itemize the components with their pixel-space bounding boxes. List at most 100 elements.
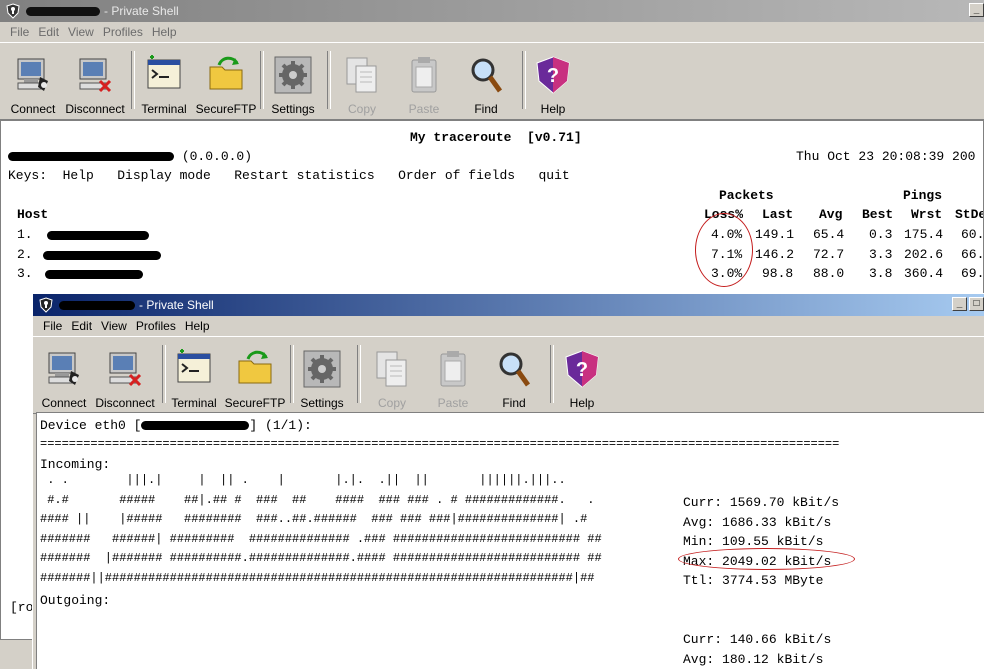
- front-title-bar[interactable]: - Private Shell _ □: [33, 294, 984, 316]
- back-copy-button[interactable]: Copy: [331, 51, 393, 117]
- separator-line: ========================================…: [40, 437, 840, 451]
- incoming-total-stat: Ttl: 3774.53 MByte: [683, 571, 823, 590]
- front-terminal-area[interactable]: Device eth0 [ ] (1/1): ==================…: [36, 412, 984, 669]
- front-settings-button[interactable]: Settings: [291, 345, 353, 411]
- back-menu-file[interactable]: File: [6, 22, 34, 42]
- back-menu-help[interactable]: Help: [148, 22, 182, 42]
- stat-label: Curr:: [683, 632, 723, 647]
- find-icon: [499, 352, 531, 387]
- mtr-packets-heading: Packets: [719, 188, 774, 203]
- back-find-label: Find: [474, 102, 498, 116]
- stat-label: Max:: [683, 554, 715, 569]
- stat-value: 1686.33 kBit/s: [722, 515, 832, 530]
- front-find-label: Find: [502, 396, 526, 410]
- mtr-row-3-avg: 88.0: [813, 266, 845, 281]
- back-help-button[interactable]: ? Help: [522, 51, 584, 117]
- secureftp-icon: [238, 350, 272, 384]
- mtr-row-2-best: 3.3: [869, 247, 893, 262]
- outgoing-avg-stat: Avg: 180.12 kBit/s: [683, 650, 823, 669]
- mtr-row-3-stdev: 69.: [961, 266, 984, 281]
- svg-text:?: ?: [576, 359, 588, 381]
- device-prefix: Device eth0 [: [40, 418, 142, 433]
- front-copy-button[interactable]: Copy: [361, 345, 423, 411]
- redacted-host-1: [47, 231, 149, 240]
- back-menu-edit[interactable]: Edit: [34, 22, 64, 42]
- back-settings-button[interactable]: Settings: [262, 51, 324, 117]
- stat-label: Avg:: [683, 515, 715, 530]
- terminal-icon: [147, 55, 181, 89]
- back-connect-button[interactable]: Connect: [2, 51, 64, 117]
- mtr-row-1-loss: 4.0%: [711, 227, 743, 242]
- front-find-button[interactable]: Find: [483, 345, 545, 411]
- mtr-row-1-wrst: 175.4: [904, 227, 944, 242]
- back-title-bar[interactable]: - Private Shell _: [0, 0, 984, 22]
- back-minimize-button[interactable]: _: [969, 3, 984, 17]
- connect-icon: [17, 58, 48, 91]
- back-toolbar: Connect Disconnect Terminal SecureFTP Se…: [0, 42, 984, 120]
- mtr-row-2-avg: 72.7: [813, 247, 845, 262]
- app-shield-icon: [6, 3, 20, 19]
- mtr-best-header: Best: [862, 207, 894, 222]
- stat-value: 109.55 kBit/s: [722, 534, 824, 549]
- copy-icon: [346, 57, 377, 93]
- mtr-row-2-loss: 7.1%: [711, 247, 743, 262]
- find-icon: [471, 58, 503, 93]
- front-menu-file[interactable]: File: [39, 316, 67, 336]
- incoming-avg-stat: Avg: 1686.33 kBit/s: [683, 513, 831, 532]
- help-icon: ?: [536, 56, 570, 94]
- incoming-curr-stat: Curr: 1569.70 kBit/s: [683, 493, 839, 512]
- front-menu-bar: File Edit View Profiles Help: [33, 316, 984, 336]
- front-connect-button[interactable]: Connect: [33, 345, 95, 411]
- app-shield-icon: [39, 297, 53, 313]
- incoming-min-stat: Min: 109.55 kBit/s: [683, 532, 823, 551]
- front-help-label: Help: [569, 396, 595, 410]
- back-disconnect-button[interactable]: Disconnect: [64, 51, 126, 117]
- mtr-row-2-num: 2.: [17, 247, 33, 262]
- front-secureftp-button[interactable]: SecureFTP: [224, 345, 286, 411]
- front-toolbar: Connect Disconnect Terminal SecureFTP Se…: [33, 336, 984, 414]
- device-suffix: ] (1/1):: [249, 418, 312, 433]
- help-icon: ?: [565, 350, 599, 388]
- histogram-row: . . |||.| | || . | |.|. .|| || ||||||.||…: [40, 473, 566, 487]
- redacted-device-address: [141, 421, 250, 431]
- mtr-date: Thu Oct 23 20:08:39 200: [796, 149, 976, 164]
- histogram-row: ####### ######| ######### ##############…: [40, 531, 602, 546]
- front-menu-help[interactable]: Help: [181, 316, 215, 336]
- front-disconnect-button[interactable]: Disconnect: [94, 345, 156, 411]
- front-minimize-button[interactable]: _: [952, 297, 967, 311]
- front-menu-profiles[interactable]: Profiles: [132, 316, 181, 336]
- incoming-max-stat: Max: 2049.02 kBit/s: [683, 552, 831, 571]
- terminal-icon: [177, 349, 211, 383]
- stat-label: Avg:: [683, 652, 715, 667]
- front-menu-view[interactable]: View: [97, 316, 132, 336]
- front-paste-button[interactable]: Paste: [422, 345, 484, 411]
- mtr-wrst-header: Wrst: [911, 207, 943, 222]
- back-terminal-button[interactable]: Terminal: [133, 51, 195, 117]
- svg-text:?: ?: [547, 65, 559, 87]
- mtr-avg-header: Avg: [819, 207, 843, 222]
- front-window-title: - Private Shell: [139, 298, 214, 312]
- front-terminal-button[interactable]: Terminal: [163, 345, 225, 411]
- front-maximize-button[interactable]: □: [969, 297, 984, 311]
- redacted-hostname: [8, 152, 174, 162]
- paste-icon: [440, 351, 466, 387]
- device-line: Device eth0 [ ] (1/1):: [40, 416, 312, 435]
- front-menu-edit[interactable]: Edit: [67, 316, 97, 336]
- mtr-row-3-num: 3.: [17, 266, 33, 281]
- mtr-row-1-last: 149.1: [755, 227, 795, 242]
- back-menu-view[interactable]: View: [64, 22, 99, 42]
- back-secureftp-button[interactable]: SecureFTP: [195, 51, 257, 117]
- mtr-pings-heading: Pings: [903, 188, 943, 203]
- front-help-button[interactable]: ? Help: [551, 345, 613, 411]
- mtr-last-header: Last: [762, 207, 794, 222]
- mtr-row-2-stdev: 66.: [961, 247, 984, 262]
- disconnect-icon: [109, 352, 142, 387]
- back-menu-profiles[interactable]: Profiles: [99, 22, 148, 42]
- settings-icon: [274, 56, 312, 94]
- settings-icon: [303, 350, 341, 388]
- front-disconnect-label: Disconnect: [95, 396, 155, 410]
- back-find-button[interactable]: Find: [455, 51, 517, 117]
- histogram-row: #######||###############################…: [40, 570, 595, 585]
- mtr-keys-line: Keys: Help Display mode Restart statisti…: [8, 168, 570, 183]
- back-paste-button[interactable]: Paste: [393, 51, 455, 117]
